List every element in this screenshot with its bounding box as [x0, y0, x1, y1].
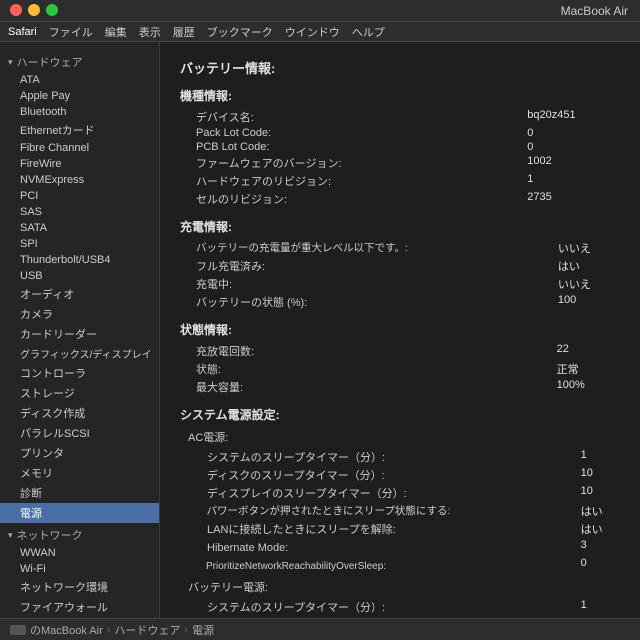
sidebar-item-printer[interactable]: プリンタ: [0, 443, 159, 463]
ac-power-label: AC電源:: [180, 429, 620, 445]
sidebar-item-sas[interactable]: SAS: [0, 204, 159, 220]
table-row: ディスクのスリープタイマー（分）: 10: [180, 466, 620, 484]
ac-power-table: システムのスリープタイマー（分）: 1 ディスクのスリープタイマー（分）: 10…: [180, 448, 620, 573]
table-row: フル充電済み: はい: [180, 257, 620, 275]
sidebar-item-graphics[interactable]: グラフィックス/ディスプレイ: [0, 344, 159, 363]
device-info-table: デバイス名: bq20z451 Pack Lot Code: 0 PCB Lot…: [180, 108, 620, 208]
breadcrumb-part1: のMacBook Air: [30, 622, 103, 638]
table-row: システムのスリープタイマー（分）: 1: [180, 448, 620, 466]
section-charge-info: 充電情報:: [180, 218, 620, 235]
sidebar-item-pci[interactable]: PCI: [0, 188, 159, 204]
sidebar-item-camera[interactable]: カメラ: [0, 304, 159, 324]
sidebar-item-parallel[interactable]: パラレルSCSI: [0, 423, 159, 443]
table-row: PCB Lot Code: 0: [180, 140, 620, 154]
sidebar-item-thunderbolt[interactable]: Thunderbolt/USB4: [0, 252, 159, 268]
sidebar-section-network-label: ネットワーク: [17, 527, 83, 543]
breadcrumb-part3: 電源: [192, 622, 214, 638]
close-button[interactable]: [10, 4, 22, 16]
table-row: ハードウェアのリビジョン: 1: [180, 172, 620, 190]
sidebar-item-ethernet[interactable]: Ethernetカード: [0, 120, 159, 140]
sidebar-item-spi[interactable]: SPI: [0, 236, 159, 252]
section-status-info: 状態情報:: [180, 321, 620, 338]
sidebar-item-cardreader[interactable]: カードリーダー: [0, 324, 159, 344]
sidebar-item-nvme[interactable]: NVMExpress: [0, 172, 159, 188]
sidebar-item-controller[interactable]: コントローラ: [0, 363, 159, 383]
table-row: ディスクのスリープタイマー（分）: 10: [180, 616, 620, 618]
table-row: 状態: 正常: [180, 360, 620, 378]
sidebar-item-memory[interactable]: メモリ: [0, 463, 159, 483]
table-row: ディスプレイのスリープタイマー（分）: 10: [180, 484, 620, 502]
table-row: 充電中: いいえ: [180, 275, 620, 293]
table-row: LANに接続したときにスリープを解除: はい: [180, 520, 620, 538]
traffic-lights: [10, 4, 58, 16]
sidebar-section-network[interactable]: ▾ ネットワーク: [0, 523, 159, 545]
menu-view[interactable]: 表示: [139, 24, 161, 40]
content-area: バッテリー情報: 機種情報: デバイス名: bq20z451 Pack Lot …: [160, 42, 640, 618]
table-row: セルのリビジョン: 2735: [180, 190, 620, 208]
menu-window[interactable]: ウインドウ: [285, 24, 340, 40]
menu-bar: Safari ファイル 編集 表示 履歴 ブックマーク ウインドウ ヘルプ: [0, 22, 640, 42]
sidebar-item-volume[interactable]: ボリューム: [0, 617, 159, 618]
sidebar-item-wifi[interactable]: Wi-Fi: [0, 561, 159, 577]
main-container: ▾ ハードウェア ATA Apple Pay Bluetooth Etherne…: [0, 42, 640, 618]
table-row: バッテリーの状態 (%): 100: [180, 293, 620, 311]
title-bar: MacBook Air: [0, 0, 640, 22]
sidebar-item-bluetooth[interactable]: Bluetooth: [0, 104, 159, 120]
battery-power-table: システムのスリープタイマー（分）: 1 ディスクのスリープタイマー（分）: 10…: [180, 598, 620, 618]
chevron-down-icon: ▾: [8, 57, 13, 68]
menu-bookmarks[interactable]: ブックマーク: [207, 24, 273, 40]
minimize-button[interactable]: [28, 4, 40, 16]
chevron-down-icon: ▾: [8, 530, 13, 541]
laptop-icon: [10, 625, 26, 635]
sidebar-item-firewire[interactable]: FireWire: [0, 156, 159, 172]
table-row: Pack Lot Code: 0: [180, 126, 620, 140]
battery-power-label: バッテリー電源:: [180, 579, 620, 595]
table-row: Hibernate Mode: 3: [180, 538, 620, 556]
sidebar-item-network-env[interactable]: ネットワーク環境: [0, 577, 159, 597]
menu-history[interactable]: 履歴: [173, 24, 195, 40]
sidebar-item-apple-pay[interactable]: Apple Pay: [0, 88, 159, 104]
bottom-bar: のMacBook Air › ハードウェア › 電源: [0, 618, 640, 640]
table-row: デバイス名: bq20z451: [180, 108, 620, 126]
sidebar-item-storage[interactable]: ストレージ: [0, 383, 159, 403]
maximize-button[interactable]: [46, 4, 58, 16]
section-power-settings: システム電源設定:: [180, 406, 620, 423]
table-row: PrioritizeNetworkReachabilityOverSleep: …: [180, 556, 620, 573]
table-row: 充放電回数: 22: [180, 342, 620, 360]
table-row: 最大容量: 100%: [180, 378, 620, 396]
sidebar-item-wwan[interactable]: WWAN: [0, 545, 159, 561]
table-row: バッテリーの充電量が重大レベル以下です。: いいえ: [180, 239, 620, 257]
status-info-table: 充放電回数: 22 状態: 正常 最大容量: 100%: [180, 342, 620, 396]
table-row: システムのスリープタイマー（分）: 1: [180, 598, 620, 616]
sidebar-section-hardware-label: ハードウェア: [17, 54, 83, 70]
section-device-info: 機種情報:: [180, 87, 620, 104]
charge-info-table: バッテリーの充電量が重大レベル以下です。: いいえ フル充電済み: はい 充電中…: [180, 239, 620, 311]
table-row: パワーボタンが押されたときにスリープ状態にする: はい: [180, 502, 620, 520]
sidebar-item-firewall[interactable]: ファイアウォール: [0, 597, 159, 617]
sidebar-item-usb[interactable]: USB: [0, 268, 159, 284]
sidebar-item-power[interactable]: 電源: [0, 503, 159, 523]
sidebar-item[interactable]: ATA: [0, 72, 159, 88]
sidebar-item-fibre[interactable]: Fibre Channel: [0, 140, 159, 156]
window-title: MacBook Air: [561, 4, 628, 18]
main-title: バッテリー情報:: [180, 58, 620, 77]
sidebar: ▾ ハードウェア ATA Apple Pay Bluetooth Etherne…: [0, 42, 160, 618]
sidebar-item-diagnostics[interactable]: 診断: [0, 483, 159, 503]
sidebar-section-hardware[interactable]: ▾ ハードウェア: [0, 50, 159, 72]
menu-file[interactable]: ファイル: [49, 24, 93, 40]
sidebar-item-disk[interactable]: ディスク作成: [0, 403, 159, 423]
menu-safari[interactable]: Safari: [8, 26, 37, 38]
breadcrumb-separator: ›: [184, 624, 188, 636]
table-row: ファームウェアのバージョン: 1002: [180, 154, 620, 172]
sidebar-item-audio[interactable]: オーディオ: [0, 284, 159, 304]
sidebar-item-sata[interactable]: SATA: [0, 220, 159, 236]
menu-edit[interactable]: 編集: [105, 24, 127, 40]
breadcrumb-separator: ›: [107, 624, 111, 636]
menu-help[interactable]: ヘルプ: [352, 24, 385, 40]
breadcrumb-part2: ハードウェア: [114, 622, 180, 638]
